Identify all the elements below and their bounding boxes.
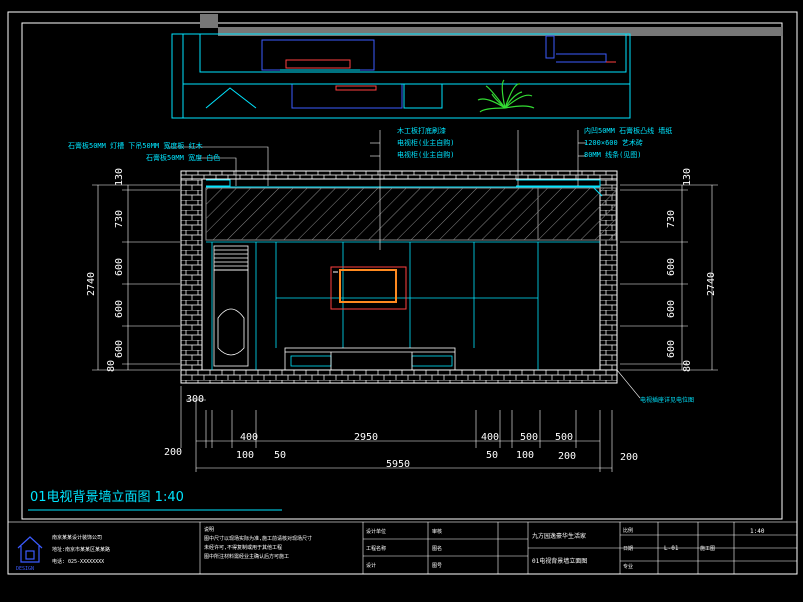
dim-bottom-500a: 500 (520, 432, 538, 443)
drawing-title: 01电视背景墙立面图 1:40 (30, 490, 184, 505)
label-project: 工程名称 (366, 545, 386, 552)
dim-bottom-total: 5950 (386, 459, 410, 470)
scale-value: 1:40 (750, 528, 765, 535)
dim-bottom-200a: 200 (164, 447, 182, 458)
label-designer: 设计 (366, 562, 376, 569)
annotation-left-1: 石膏板50MM 灯槽 下吊50MM 宽度板 红木 (68, 141, 203, 150)
drawing-number: L-01 (664, 545, 679, 552)
brick-wall-bottom (180, 369, 618, 384)
label-sheet-no: 图号 (432, 563, 442, 569)
label-scale: 比例 (623, 527, 633, 534)
dim-bottom-50a: 50 (274, 450, 286, 461)
dim-right-730: 730 (666, 210, 677, 228)
company-info: 南京某某设计装饰公司 地址:南京市某某区某某路 电话: 025-XXXXXXXX (52, 534, 110, 565)
dim-right-600c: 600 (666, 340, 677, 358)
dim-bottom-100a: 100 (236, 450, 254, 461)
label-review: 审核 (432, 528, 442, 535)
sheet-margin-band-top (218, 27, 783, 36)
brick-wall-left (180, 170, 203, 384)
logo-caption: DESIGN (16, 566, 34, 572)
notes-header: 说明 (204, 526, 214, 533)
dim-bottom-2950: 2950 (354, 432, 378, 443)
label-stage: 施工图 (700, 545, 715, 552)
dim-bottom-400a: 400 (240, 432, 258, 443)
dim-bottom-100b: 100 (516, 450, 534, 461)
company-line-2: 地址:南京市某某区某某路 (52, 546, 110, 553)
sheet-margin-band (200, 14, 218, 28)
label-sheet-name: 图名 (432, 545, 442, 552)
ceiling-hatch (205, 187, 617, 241)
dim-left-total: 2740 (86, 272, 97, 296)
dim-right-130: 130 (682, 168, 693, 186)
dim-left-600c: 600 (114, 340, 125, 358)
notes-line-2: 未经许可,不得复制或用于其他工程 (204, 544, 282, 551)
dim-bottom-500b: 500 (555, 432, 573, 443)
annotation-right-2: 1200×600 艺术砖 (584, 138, 643, 147)
company-line-1: 南京某某设计装饰公司 (52, 534, 102, 541)
dim-bottom-50b: 50 (486, 450, 498, 461)
dim-left-600b: 600 (114, 300, 125, 318)
dim-bottom-300: 300 (186, 394, 204, 405)
project-name: 九方园逸豪华生活家 (532, 532, 586, 540)
dim-left-80: 80 (106, 360, 117, 372)
annotation-center-3: 电视柜(业主自购) (397, 150, 454, 159)
dim-left-600a: 600 (114, 258, 125, 276)
label-date: 日期 (623, 546, 633, 552)
brick-wall-top (180, 170, 618, 180)
notes-line-3: 图中所注材料需经业主确认后方可施工 (204, 553, 289, 560)
sheet-title: 01电视背景墙立面图 (532, 557, 587, 565)
note-bottom-right: 电视插座详见电位图 (640, 396, 694, 404)
dim-right-600b: 600 (666, 300, 677, 318)
cad-drawing-canvas: 石膏板50MM 灯槽 下吊50MM 宽度板 红木 石膏板50MM 宽度 白色 木… (7, 11, 798, 575)
annotation-center-2: 电视柜(业主自购) (397, 138, 454, 147)
notes-line-1: 图中尺寸以现场实际为准,施工前请核对现场尺寸 (204, 535, 312, 542)
annotation-right-3: 80MM 线条(见图) (584, 150, 642, 159)
dim-right-600a: 600 (666, 258, 677, 276)
dim-bottom-200c: 200 (620, 452, 638, 463)
annotation-right-1: 内凹50MM 石膏板凸线 墙纸 (584, 126, 672, 135)
dim-left-730: 730 (114, 210, 125, 228)
label-discipline: 专业 (623, 563, 633, 570)
annotation-left-2: 石膏板50MM 宽度 白色 (146, 153, 220, 162)
company-line-3: 电话: 025-XXXXXXXX (52, 558, 104, 565)
dim-right-80: 80 (682, 360, 693, 372)
annotation-text-center: 木工板打底刷漆 电视柜(业主自购) 电视柜(业主自购) (397, 126, 454, 159)
dim-left-130: 130 (114, 168, 125, 186)
label-design-unit: 设计单位 (366, 528, 386, 535)
dim-bottom-400b: 400 (481, 432, 499, 443)
annotation-center-1: 木工板打底刷漆 (397, 126, 446, 135)
dim-right-total: 2740 (706, 272, 717, 296)
dim-bottom-200b: 200 (558, 451, 576, 462)
